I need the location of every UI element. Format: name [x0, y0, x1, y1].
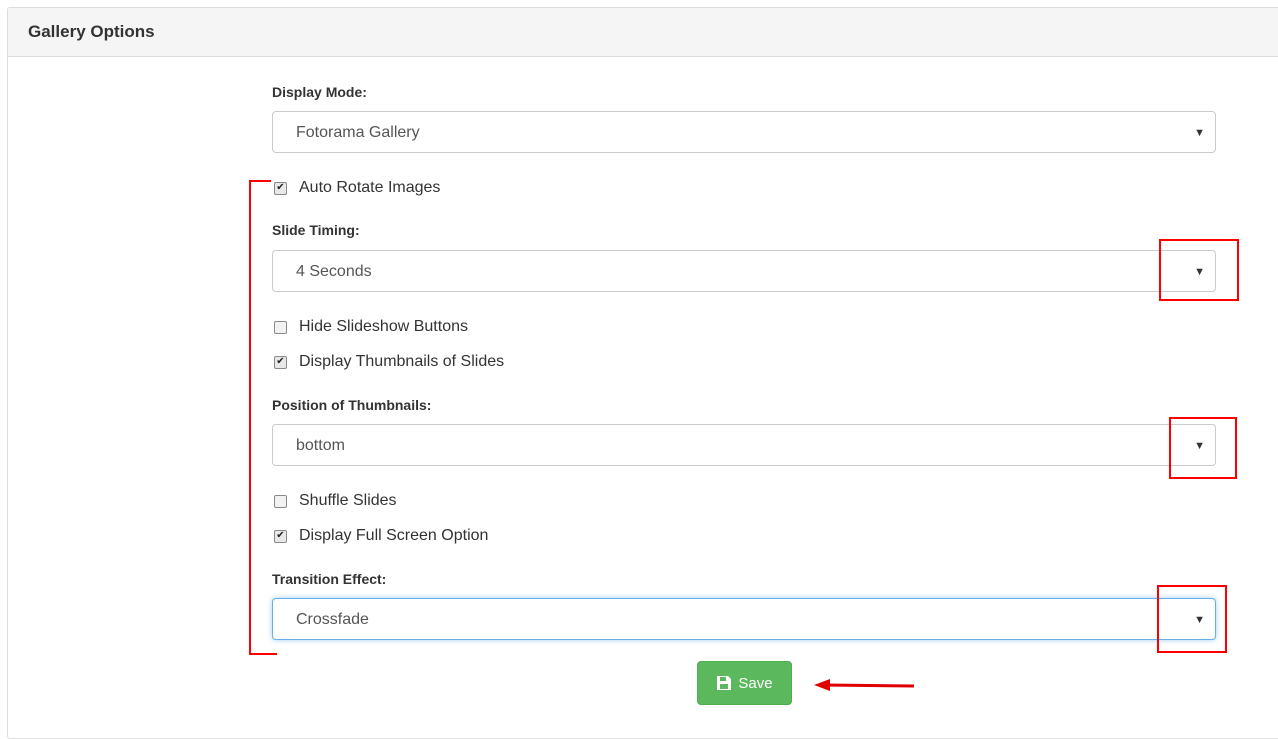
annotation-bracket-line: [249, 180, 251, 655]
slide-timing-label: Slide Timing:: [272, 222, 360, 238]
auto-rotate-checkbox[interactable]: ✔ Auto Rotate Images: [274, 179, 440, 197]
display-thumbnails-label: Display Thumbnails of Slides: [299, 353, 505, 370]
thumbnail-position-select[interactable]: bottom ▼: [272, 424, 1216, 466]
floppy-disk-icon: [717, 676, 732, 690]
transition-effect-value: Crossfade: [296, 611, 369, 628]
annotation-highlight-box: [1157, 585, 1227, 653]
chevron-down-icon: ▼: [1194, 127, 1205, 139]
save-button-label: Save: [738, 674, 773, 692]
auto-rotate-label: Auto Rotate Images: [299, 179, 441, 196]
save-button[interactable]: Save: [697, 661, 792, 705]
shuffle-slides-label: Shuffle Slides: [299, 492, 397, 509]
transition-effect-label: Transition Effect:: [272, 571, 387, 587]
panel-title: Gallery Options: [8, 8, 1278, 57]
display-mode-select[interactable]: Fotorama Gallery ▼: [272, 111, 1216, 153]
annotation-bracket-top: [249, 180, 271, 182]
annotation-bracket-bottom: [249, 653, 277, 655]
display-thumbnails-checkbox[interactable]: ✔ Display Thumbnails of Slides: [274, 353, 504, 371]
checkbox-unchecked-icon: [274, 494, 287, 508]
full-screen-option-label: Display Full Screen Option: [299, 527, 489, 544]
thumbnail-position-value: bottom: [296, 437, 345, 454]
slide-timing-select[interactable]: 4 Seconds ▼: [272, 250, 1216, 292]
display-mode-label: Display Mode:: [272, 84, 367, 100]
transition-effect-select[interactable]: Crossfade ▼: [272, 598, 1216, 640]
checkbox-unchecked-icon: [274, 320, 287, 334]
display-mode-value: Fotorama Gallery: [296, 124, 420, 141]
checkbox-checked-icon: ✔: [274, 529, 287, 543]
hide-slideshow-buttons-checkbox[interactable]: Hide Slideshow Buttons: [274, 318, 468, 336]
hide-slideshow-buttons-label: Hide Slideshow Buttons: [299, 318, 468, 335]
checkbox-checked-icon: ✔: [274, 181, 287, 195]
checkbox-checked-icon: ✔: [274, 355, 287, 369]
annotation-arrow-icon: [814, 679, 915, 691]
shuffle-slides-checkbox[interactable]: Shuffle Slides: [274, 492, 397, 510]
full-screen-option-checkbox[interactable]: ✔ Display Full Screen Option: [274, 527, 488, 545]
slide-timing-value: 4 Seconds: [296, 263, 372, 280]
annotation-highlight-box: [1169, 417, 1237, 479]
thumbnail-position-label: Position of Thumbnails:: [272, 397, 432, 413]
annotation-highlight-box: [1159, 239, 1239, 301]
